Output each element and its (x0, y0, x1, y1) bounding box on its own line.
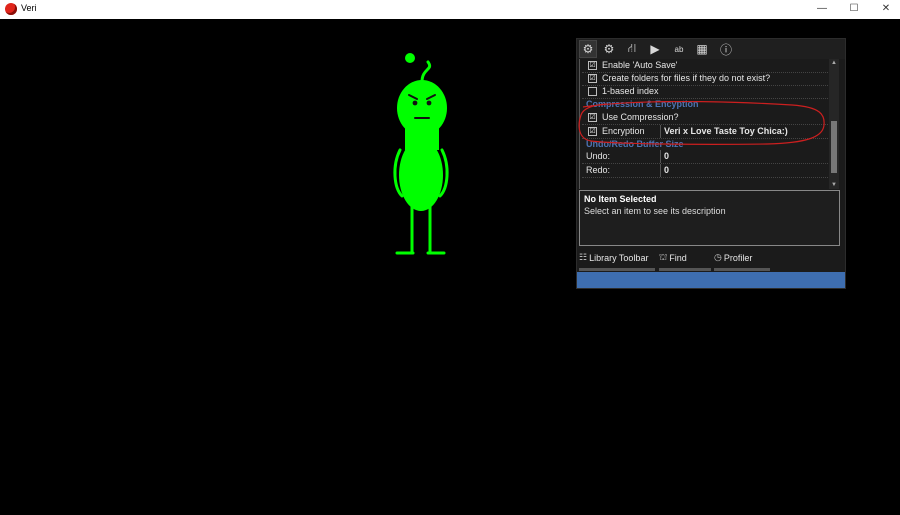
tab-profiler[interactable]: ◷ Profiler (714, 252, 752, 263)
tab-library-toolbar-label: Library Toolbar (589, 252, 649, 263)
app-icon (5, 3, 17, 15)
tab-underline (579, 268, 655, 271)
scroll-thumb[interactable] (831, 121, 837, 173)
create-folders-checkbox[interactable]: ☑ (588, 74, 597, 83)
encryption-label: Encryption (602, 126, 645, 136)
column-divider (660, 164, 661, 177)
use-compression-checkbox[interactable]: ☑ (588, 113, 597, 122)
use-compression-label: Use Compression? (602, 112, 679, 122)
tab-library-toolbar[interactable]: ☷ Library Toolbar (579, 252, 648, 263)
clock-icon: ◷ (714, 252, 722, 262)
tab-profiler-label: Profiler (723, 252, 753, 263)
auto-save-checkbox[interactable]: ☑ (588, 61, 597, 70)
library-icon: ☷ (579, 252, 588, 262)
redo-value[interactable]: 0 (664, 165, 669, 175)
create-folders-label: Create folders for files if they do not … (602, 73, 771, 83)
play-icon[interactable]: ▶ (647, 41, 663, 57)
description-box: No Item Selected Select an item to see i… (579, 190, 840, 246)
row-encryption[interactable]: ☑ Encryption Veri x Love Taste Toy Chica… (582, 125, 830, 139)
info-icon[interactable]: ⓘ (718, 41, 734, 57)
binoculars-icon: ⛫ (659, 252, 668, 262)
auto-save-label: Enable 'Auto Save' (602, 60, 678, 70)
ab-icon[interactable]: ab (671, 41, 687, 57)
encryption-checkbox[interactable]: ☑ (588, 127, 597, 136)
maximize-button[interactable]: ☐ (838, 0, 870, 19)
tab-find-label: Find (669, 253, 687, 263)
bottom-tabs: ☷ Library Toolbar ⛫ Find ◷ Profiler (577, 249, 845, 269)
encryption-value[interactable]: Veri x Love Taste Toy Chica:) (664, 126, 788, 136)
column-divider (660, 125, 661, 138)
minimize-button[interactable]: — (806, 0, 838, 19)
row-undo[interactable]: Undo: 0 (582, 150, 830, 164)
property-grid-scrollbar[interactable]: ▲ ▼ (829, 59, 839, 189)
gear-icon[interactable]: ⚙ (579, 40, 597, 58)
settings-gear-icon[interactable]: ⚙ (601, 41, 617, 57)
window-title: Veri (21, 3, 37, 13)
row-create-folders[interactable]: ☑ Create folders for files if they do no… (582, 72, 830, 86)
one-based-index-label: 1-based index (602, 86, 659, 96)
tab-underline (659, 268, 711, 271)
scroll-down-icon[interactable]: ▼ (829, 181, 839, 189)
hierarchy-icon[interactable]: ⛙ (624, 41, 640, 57)
properties-panel: ⚙ ⚙ ⛙ ▶ ab ▦ ⓘ ☑ Enable 'Auto Save' ☑ Cr… (576, 38, 846, 289)
close-button[interactable]: ✕ (870, 0, 900, 19)
green-character (393, 53, 449, 255)
tab-find[interactable]: ⛫ Find (659, 252, 687, 264)
grid-icon[interactable]: ▦ (694, 41, 710, 57)
undo-value[interactable]: 0 (664, 151, 669, 161)
description-text: Select an item to see its description (584, 206, 726, 216)
description-title: No Item Selected (584, 194, 657, 204)
section-undo-header: Undo/Redo Buffer Size (586, 139, 684, 149)
property-grid: ☑ Enable 'Auto Save' ☑ Create folders fo… (579, 59, 830, 189)
panel-toolbar: ⚙ ⚙ ⛙ ▶ ab ▦ ⓘ (577, 39, 845, 59)
column-divider (660, 150, 661, 163)
panel-footer-bar (577, 272, 845, 288)
row-one-based-index[interactable]: 1-based index (582, 85, 830, 99)
section-compression-header: Compression & Encyption (586, 99, 699, 109)
tab-underline (714, 268, 770, 271)
row-redo[interactable]: Redo: 0 (582, 164, 830, 178)
one-based-index-checkbox[interactable] (588, 87, 597, 96)
undo-label: Undo: (586, 151, 611, 161)
row-auto-save[interactable]: ☑ Enable 'Auto Save' (582, 59, 830, 73)
row-use-compression[interactable]: ☑ Use Compression? (582, 111, 830, 125)
redo-label: Redo: (586, 165, 611, 175)
title-bar: Veri — ☐ ✕ (0, 0, 900, 19)
scroll-up-icon[interactable]: ▲ (829, 59, 839, 67)
